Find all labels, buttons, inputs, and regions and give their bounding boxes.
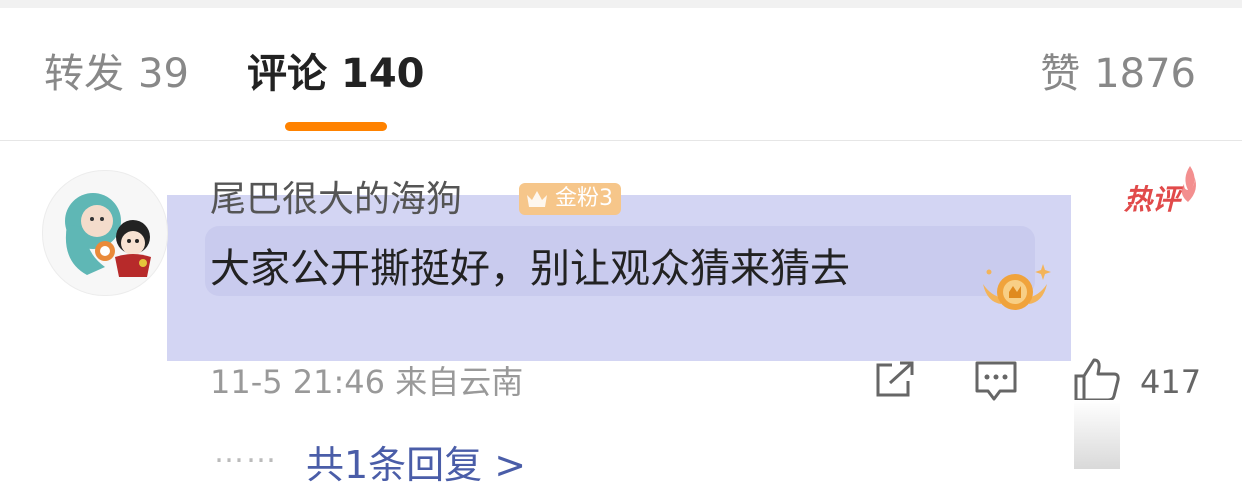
like-icon[interactable] — [1072, 356, 1122, 406]
flame-icon — [1176, 164, 1200, 208]
active-tab-indicator — [285, 122, 387, 131]
tab-comments-label: 评论 — [247, 51, 327, 97]
tab-likes-label: 赞 — [1040, 51, 1081, 97]
tab-comments-count: 140 — [341, 51, 425, 97]
tab-bar: 转发 39 评论 140 赞 1876 — [0, 8, 1242, 141]
tab-forward[interactable]: 转发 39 — [44, 50, 189, 98]
tab-forward-label: 转发 — [44, 51, 124, 97]
hot-comment-label: 热评 — [1124, 183, 1181, 216]
view-replies-link[interactable]: 共1条回复 > — [306, 442, 526, 488]
comment-username[interactable]: 尾巴很大的海狗 — [210, 178, 462, 222]
comment-meta: 11-5 21:46 来自云南 — [210, 362, 523, 402]
like-icon-fade — [1074, 400, 1120, 469]
like-count: 417 — [1140, 363, 1202, 401]
replies-dots: …… — [214, 435, 278, 470]
comment-text: 大家公开撕挺好，别让观众猜来猜去 — [210, 246, 850, 292]
crown-icon — [525, 187, 549, 215]
comment-date: 11-5 21:46 — [210, 363, 386, 401]
top-divider-strip — [0, 0, 1242, 8]
reply-icon[interactable] — [974, 360, 1018, 406]
comment-location: 来自云南 — [395, 363, 524, 401]
avatar[interactable] — [42, 170, 168, 296]
tab-likes[interactable]: 赞 1876 — [1040, 50, 1196, 98]
share-icon[interactable] — [874, 361, 916, 403]
medal-icon — [975, 262, 1055, 326]
tab-forward-count: 39 — [138, 51, 189, 97]
tab-likes-count: 1876 — [1094, 51, 1196, 97]
fan-badge-label: 金粉3 — [555, 186, 613, 211]
tab-comments[interactable]: 评论 140 — [247, 50, 425, 98]
fan-badge[interactable]: 金粉3 — [519, 183, 621, 215]
